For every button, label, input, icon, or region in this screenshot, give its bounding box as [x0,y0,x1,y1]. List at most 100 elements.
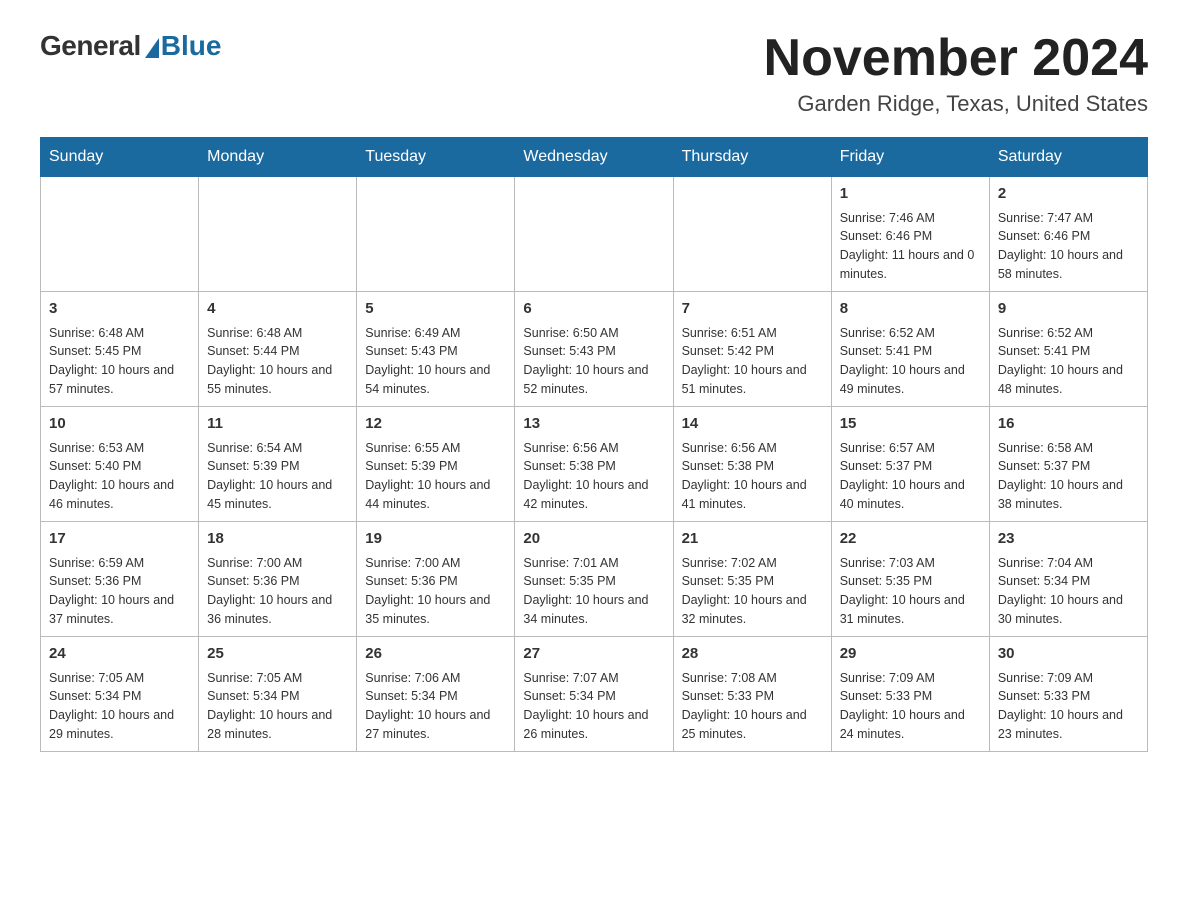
day-number: 13 [523,413,664,436]
day-info: Sunset: 5:34 PM [365,687,506,706]
day-info: Sunset: 5:37 PM [840,457,981,476]
calendar-cell [357,177,515,292]
week-row-5: 24Sunrise: 7:05 AMSunset: 5:34 PMDayligh… [41,637,1148,752]
day-number: 17 [49,528,190,551]
calendar-cell: 21Sunrise: 7:02 AMSunset: 5:35 PMDayligh… [673,522,831,637]
day-info: Daylight: 10 hours and 23 minutes. [998,706,1139,744]
day-info: Daylight: 10 hours and 38 minutes. [998,476,1139,514]
day-info: Daylight: 10 hours and 35 minutes. [365,591,506,629]
calendar-cell: 14Sunrise: 6:56 AMSunset: 5:38 PMDayligh… [673,407,831,522]
day-info: Sunrise: 6:52 AM [998,324,1139,343]
day-info: Sunset: 5:35 PM [840,572,981,591]
day-info: Sunset: 5:38 PM [523,457,664,476]
day-number: 23 [998,528,1139,551]
calendar-cell: 2Sunrise: 7:47 AMSunset: 6:46 PMDaylight… [989,177,1147,292]
day-info: Sunrise: 7:02 AM [682,554,823,573]
calendar-cell: 30Sunrise: 7:09 AMSunset: 5:33 PMDayligh… [989,637,1147,752]
day-number: 27 [523,643,664,666]
day-info: Sunset: 5:39 PM [365,457,506,476]
day-info: Daylight: 10 hours and 48 minutes. [998,361,1139,399]
header: General Blue November 2024 Garden Ridge,… [40,30,1148,117]
day-info: Sunrise: 7:46 AM [840,209,981,228]
day-info: Sunrise: 6:58 AM [998,439,1139,458]
day-info: Daylight: 10 hours and 42 minutes. [523,476,664,514]
day-info: Sunset: 5:39 PM [207,457,348,476]
day-info: Daylight: 10 hours and 44 minutes. [365,476,506,514]
day-number: 28 [682,643,823,666]
day-info: Sunrise: 7:05 AM [207,669,348,688]
calendar-cell: 10Sunrise: 6:53 AMSunset: 5:40 PMDayligh… [41,407,199,522]
calendar-cell [199,177,357,292]
calendar-cell: 1Sunrise: 7:46 AMSunset: 6:46 PMDaylight… [831,177,989,292]
day-info: Daylight: 10 hours and 34 minutes. [523,591,664,629]
day-info: Sunrise: 7:47 AM [998,209,1139,228]
weekday-header-row: SundayMondayTuesdayWednesdayThursdayFrid… [41,138,1148,177]
weekday-header-thursday: Thursday [673,138,831,177]
day-info: Daylight: 10 hours and 27 minutes. [365,706,506,744]
day-info: Sunset: 5:41 PM [998,342,1139,361]
day-number: 3 [49,298,190,321]
day-info: Daylight: 10 hours and 52 minutes. [523,361,664,399]
weekday-header-tuesday: Tuesday [357,138,515,177]
calendar-cell: 28Sunrise: 7:08 AMSunset: 5:33 PMDayligh… [673,637,831,752]
day-info: Sunset: 5:33 PM [998,687,1139,706]
day-info: Sunrise: 6:55 AM [365,439,506,458]
day-info: Sunset: 5:45 PM [49,342,190,361]
week-row-4: 17Sunrise: 6:59 AMSunset: 5:36 PMDayligh… [41,522,1148,637]
day-info: Daylight: 10 hours and 28 minutes. [207,706,348,744]
calendar-cell: 22Sunrise: 7:03 AMSunset: 5:35 PMDayligh… [831,522,989,637]
day-number: 24 [49,643,190,666]
day-info: Daylight: 11 hours and 0 minutes. [840,246,981,284]
day-number: 1 [840,183,981,206]
calendar-cell: 8Sunrise: 6:52 AMSunset: 5:41 PMDaylight… [831,292,989,407]
calendar-cell: 12Sunrise: 6:55 AMSunset: 5:39 PMDayligh… [357,407,515,522]
title-area: November 2024 Garden Ridge, Texas, Unite… [764,30,1148,117]
day-info: Sunrise: 6:48 AM [49,324,190,343]
day-number: 5 [365,298,506,321]
day-number: 8 [840,298,981,321]
day-info: Daylight: 10 hours and 24 minutes. [840,706,981,744]
day-info: Sunset: 5:42 PM [682,342,823,361]
calendar-cell: 3Sunrise: 6:48 AMSunset: 5:45 PMDaylight… [41,292,199,407]
day-info: Daylight: 10 hours and 36 minutes. [207,591,348,629]
calendar-cell: 6Sunrise: 6:50 AMSunset: 5:43 PMDaylight… [515,292,673,407]
day-info: Daylight: 10 hours and 40 minutes. [840,476,981,514]
day-number: 26 [365,643,506,666]
day-info: Sunset: 5:36 PM [207,572,348,591]
day-info: Sunset: 5:34 PM [998,572,1139,591]
day-info: Sunset: 5:35 PM [682,572,823,591]
day-number: 11 [207,413,348,436]
day-info: Sunset: 5:41 PM [840,342,981,361]
day-number: 20 [523,528,664,551]
day-info: Sunrise: 6:56 AM [682,439,823,458]
day-info: Sunset: 5:33 PM [840,687,981,706]
day-info: Daylight: 10 hours and 58 minutes. [998,246,1139,284]
day-number: 22 [840,528,981,551]
day-info: Daylight: 10 hours and 25 minutes. [682,706,823,744]
day-info: Sunset: 5:36 PM [49,572,190,591]
day-number: 10 [49,413,190,436]
day-info: Sunset: 5:38 PM [682,457,823,476]
day-info: Daylight: 10 hours and 54 minutes. [365,361,506,399]
day-info: Sunrise: 7:00 AM [365,554,506,573]
calendar-cell: 17Sunrise: 6:59 AMSunset: 5:36 PMDayligh… [41,522,199,637]
day-info: Sunrise: 7:01 AM [523,554,664,573]
day-info: Daylight: 10 hours and 45 minutes. [207,476,348,514]
day-info: Daylight: 10 hours and 37 minutes. [49,591,190,629]
calendar-cell [673,177,831,292]
weekday-header-friday: Friday [831,138,989,177]
day-info: Daylight: 10 hours and 41 minutes. [682,476,823,514]
day-info: Daylight: 10 hours and 49 minutes. [840,361,981,399]
day-info: Daylight: 10 hours and 55 minutes. [207,361,348,399]
day-info: Sunrise: 6:49 AM [365,324,506,343]
logo: General Blue [40,30,221,62]
day-info: Sunrise: 7:03 AM [840,554,981,573]
day-number: 19 [365,528,506,551]
calendar-cell: 15Sunrise: 6:57 AMSunset: 5:37 PMDayligh… [831,407,989,522]
day-info: Sunset: 5:34 PM [523,687,664,706]
calendar-cell: 29Sunrise: 7:09 AMSunset: 5:33 PMDayligh… [831,637,989,752]
calendar-cell: 16Sunrise: 6:58 AMSunset: 5:37 PMDayligh… [989,407,1147,522]
day-info: Daylight: 10 hours and 29 minutes. [49,706,190,744]
day-info: Sunrise: 6:53 AM [49,439,190,458]
weekday-header-wednesday: Wednesday [515,138,673,177]
